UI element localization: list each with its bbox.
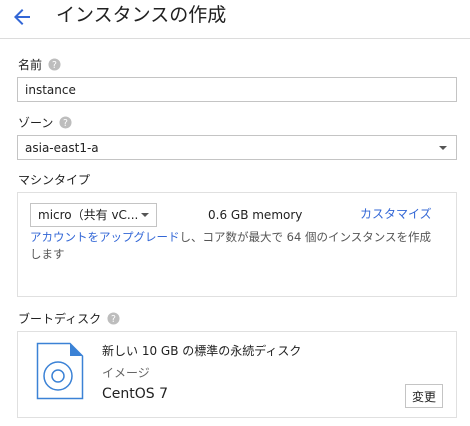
zone-label-row: ゾーン? [18,116,72,130]
memory-value: 0.6 GB memory [208,208,303,222]
upgrade-info: アカウントをアップグレードし、コア数が最大で 64 個のインスタンスを作成します [30,229,442,263]
arrow-back-icon[interactable] [10,5,34,29]
zone-label: ゾーン [18,116,54,130]
name-input-value: instance [25,83,76,97]
disk-icon [36,342,84,400]
upgrade-account-link[interactable]: アカウントをアップグレード [30,230,180,244]
page-header: インスタンスの作成 [0,0,470,39]
boot-disk-label-row: ブートディスク? [18,312,120,326]
machine-type-label: マシンタイプ [18,173,91,187]
boot-disk-os: CentOS 7 [102,386,169,402]
boot-disk-card: 新しい 10 GB の標準の永続ディスク イメージ CentOS 7 変更 [17,331,457,418]
name-label-row: 名前? [18,58,61,72]
customize-link[interactable]: カスタマイズ [360,207,432,221]
zone-select-value: asia-east1-a [25,141,99,155]
svg-text:?: ? [111,314,116,325]
name-input[interactable]: instance [17,77,457,102]
help-icon[interactable]: ? [48,58,61,71]
dropdown-caret-icon [141,213,149,217]
svg-text:?: ? [63,118,68,129]
zone-select[interactable]: asia-east1-a [17,135,457,160]
help-icon[interactable]: ? [59,116,72,129]
dropdown-caret-icon [439,146,447,150]
machine-type-select[interactable]: micro（共有 vC... [30,203,157,227]
name-label: 名前 [18,58,43,72]
change-boot-disk-button[interactable]: 変更 [405,384,443,408]
boot-disk-title: 新しい 10 GB の標準の永続ディスク [102,344,302,358]
machine-type-card: micro（共有 vC... 0.6 GB memory カスタマイズ アカウン… [17,192,457,297]
boot-disk-type: イメージ [102,366,150,380]
svg-text:?: ? [52,60,57,71]
boot-disk-label: ブートディスク [18,312,102,326]
help-icon[interactable]: ? [107,312,120,325]
page-title: インスタンスの作成 [56,4,227,26]
machine-type-select-value: micro（共有 vC... [38,208,139,222]
